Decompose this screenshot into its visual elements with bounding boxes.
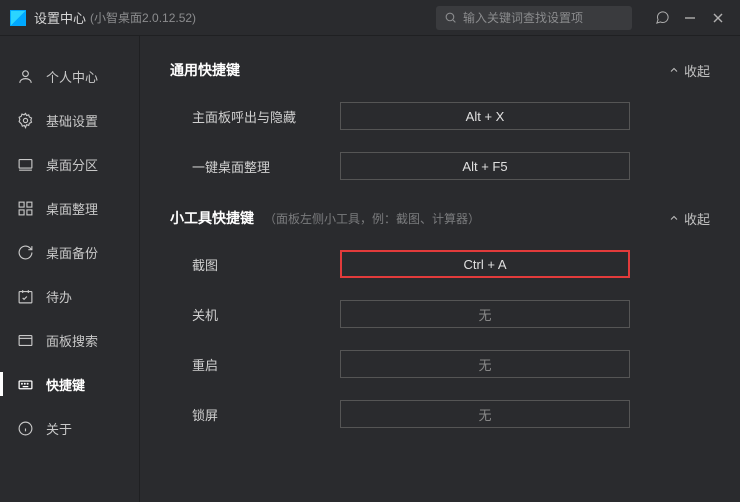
sync-icon bbox=[16, 243, 34, 261]
hotkey-row: 截图 Ctrl + A bbox=[170, 250, 710, 278]
sidebar-item-label: 关于 bbox=[46, 419, 72, 438]
sidebar-item-panel-search[interactable]: 面板搜索 bbox=[0, 318, 139, 362]
info-icon bbox=[16, 419, 34, 437]
sidebar-item-profile[interactable]: 个人中心 bbox=[0, 54, 139, 98]
sidebar: 个人中心 基础设置 桌面分区 桌面整理 桌面备份 待办 面板搜索 快捷键 bbox=[0, 36, 140, 502]
minimize-button[interactable] bbox=[676, 4, 704, 32]
sidebar-item-zones[interactable]: 桌面分区 bbox=[0, 142, 139, 186]
app-title: 设置中心 bbox=[34, 8, 86, 27]
hotkey-row: 一键桌面整理 Alt + F5 bbox=[170, 152, 710, 180]
sidebar-item-about[interactable]: 关于 bbox=[0, 406, 139, 450]
hotkey-input-lock[interactable]: 无 bbox=[340, 400, 630, 428]
gear-icon bbox=[16, 111, 34, 129]
section-title: 小工具快捷键 bbox=[170, 208, 254, 228]
calendar-check-icon bbox=[16, 287, 34, 305]
chevron-up-icon bbox=[668, 64, 680, 76]
panel-icon bbox=[16, 331, 34, 349]
row-label: 一键桌面整理 bbox=[170, 157, 340, 176]
hotkey-input-restart[interactable]: 无 bbox=[340, 350, 630, 378]
section-hint: （面板左侧小工具，例：截图、计算器） bbox=[264, 210, 480, 227]
sidebar-item-label: 桌面整理 bbox=[46, 199, 98, 218]
hotkey-row: 锁屏 无 bbox=[170, 400, 710, 428]
row-label: 锁屏 bbox=[170, 405, 340, 424]
sidebar-item-label: 待办 bbox=[46, 287, 72, 306]
sidebar-item-label: 基础设置 bbox=[46, 111, 98, 130]
hotkey-row: 主面板呼出与隐藏 Alt + X bbox=[170, 102, 710, 130]
search-input[interactable] bbox=[463, 11, 624, 25]
collapse-toggle-widgets[interactable]: 收起 bbox=[668, 209, 710, 228]
grid-icon bbox=[16, 199, 34, 217]
hotkey-row: 关机 无 bbox=[170, 300, 710, 328]
sidebar-item-label: 桌面备份 bbox=[46, 243, 98, 262]
sidebar-item-hotkeys[interactable]: 快捷键 bbox=[0, 362, 139, 406]
sidebar-item-todo[interactable]: 待办 bbox=[0, 274, 139, 318]
content: 通用快捷键 收起 主面板呼出与隐藏 Alt + X 一键桌面整理 Alt + F… bbox=[140, 36, 740, 502]
close-button[interactable] bbox=[704, 4, 732, 32]
section-header-widgets: 小工具快捷键 （面板左侧小工具，例：截图、计算器） 收起 bbox=[170, 208, 710, 228]
row-label: 关机 bbox=[170, 305, 340, 324]
hotkey-input-screenshot[interactable]: Ctrl + A bbox=[340, 250, 630, 278]
monitor-icon bbox=[16, 155, 34, 173]
section-title: 通用快捷键 bbox=[170, 60, 240, 80]
hotkey-input-organize[interactable]: Alt + F5 bbox=[340, 152, 630, 180]
row-label: 截图 bbox=[170, 255, 340, 274]
hotkey-input-shutdown[interactable]: 无 bbox=[340, 300, 630, 328]
row-label: 重启 bbox=[170, 355, 340, 374]
sidebar-item-label: 快捷键 bbox=[46, 375, 85, 394]
sidebar-item-basic[interactable]: 基础设置 bbox=[0, 98, 139, 142]
section-header-general: 通用快捷键 收起 bbox=[170, 60, 710, 80]
hotkey-row: 重启 无 bbox=[170, 350, 710, 378]
keyboard-icon bbox=[16, 375, 34, 393]
sidebar-item-label: 面板搜索 bbox=[46, 331, 98, 350]
titlebar: 设置中心 (小智桌面2.0.12.52) bbox=[0, 0, 740, 36]
chevron-up-icon bbox=[668, 212, 680, 224]
sidebar-item-label: 桌面分区 bbox=[46, 155, 98, 174]
collapse-toggle-general[interactable]: 收起 bbox=[668, 61, 710, 80]
sidebar-item-label: 个人中心 bbox=[46, 67, 98, 86]
search-icon bbox=[444, 11, 457, 24]
sidebar-item-backup[interactable]: 桌面备份 bbox=[0, 230, 139, 274]
hotkey-input-main-panel[interactable]: Alt + X bbox=[340, 102, 630, 130]
app-logo-icon bbox=[10, 10, 26, 26]
app-version: (小智桌面2.0.12.52) bbox=[90, 9, 196, 26]
sidebar-item-organize[interactable]: 桌面整理 bbox=[0, 186, 139, 230]
feedback-button[interactable] bbox=[648, 4, 676, 32]
row-label: 主面板呼出与隐藏 bbox=[170, 107, 340, 126]
user-icon bbox=[16, 67, 34, 85]
search-box[interactable] bbox=[436, 6, 632, 30]
